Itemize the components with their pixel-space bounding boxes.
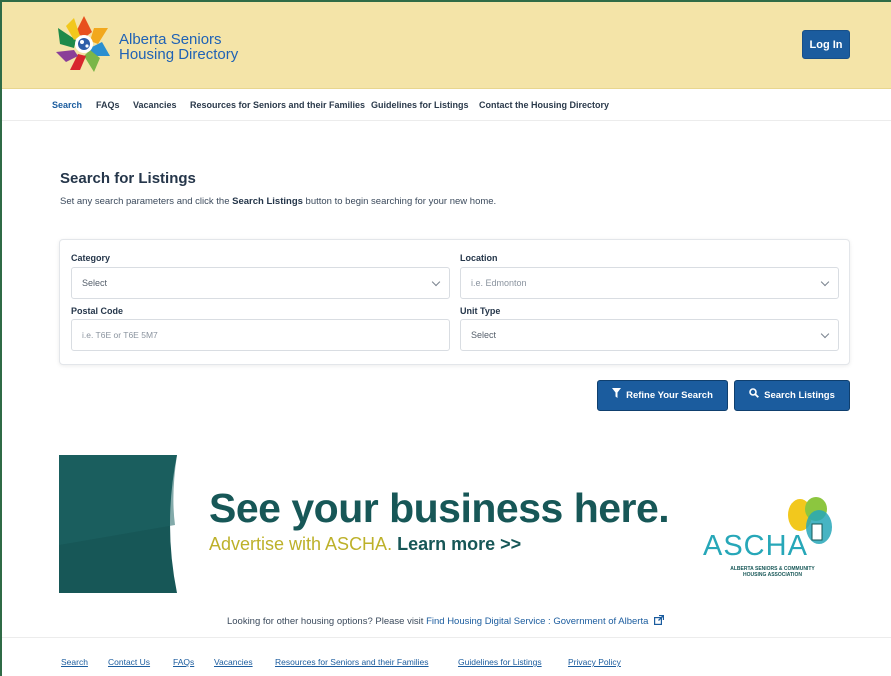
search-listings-button[interactable]: Search Listings (734, 380, 850, 411)
ad-learn-more-link[interactable]: Learn more >> (397, 534, 521, 554)
location-select[interactable]: i.e. Edmonton (460, 267, 839, 299)
subtitle-pre: Set any search parameters and click the (60, 196, 233, 207)
search-form-card: Category Select Location i.e. Edmonton P… (59, 239, 850, 365)
nav-item-guidelines[interactable]: Guidelines for Listings (371, 100, 469, 110)
logo-line-2: Housing Directory (119, 46, 239, 63)
nav-item-contact[interactable]: Contact the Housing Directory (479, 100, 609, 110)
ascha-brand: ASCHA (703, 530, 808, 562)
unit-type-select[interactable]: Select (460, 319, 839, 351)
footer-link-privacy[interactable]: Privacy Policy (568, 657, 621, 667)
site-header: Alberta Seniors Housing Directory Log In (2, 2, 891, 89)
ascha-full-name: ALBERTA SENIORS & COMMUNITY HOUSING ASSO… (705, 566, 840, 578)
footer-link-guidelines[interactable]: Guidelines for Listings (458, 657, 542, 667)
postal-code-input[interactable]: i.e. T6E or T6E 5M7 (71, 319, 450, 351)
location-placeholder: i.e. Edmonton (471, 278, 527, 288)
find-housing-link[interactable]: Find Housing Digital Service : Governmen… (426, 616, 648, 627)
ascha-full-line-2: HOUSING ASSOCIATION (743, 572, 802, 578)
footer-link-faqs[interactable]: FAQs (173, 657, 194, 667)
category-label: Category (71, 253, 111, 263)
unit-type-value: Select (471, 330, 497, 340)
refine-search-button[interactable]: Refine Your Search (597, 380, 728, 411)
category-select[interactable]: Select (71, 267, 450, 299)
footer-link-vacancies[interactable]: Vacancies (214, 657, 253, 667)
other-housing-note: Looking for other housing options? Pleas… (0, 614, 891, 628)
filter-icon (612, 381, 622, 410)
chevron-down-icon (820, 277, 830, 287)
login-button[interactable]: Log In (802, 30, 850, 59)
unit-type-label: Unit Type (460, 306, 501, 316)
subtitle-post: button to begin searching for your new h… (302, 196, 497, 207)
subtitle-bold: Search Listings (232, 196, 303, 207)
postal-code-placeholder: i.e. T6E or T6E 5M7 (82, 330, 158, 340)
nav-item-search[interactable]: Search (52, 100, 82, 110)
nav-item-vacancies[interactable]: Vacancies (133, 100, 177, 110)
site-logo[interactable]: Alberta Seniors Housing Directory (50, 13, 240, 75)
nav-item-faqs[interactable]: FAQs (96, 100, 120, 110)
external-link-icon[interactable] (654, 614, 665, 628)
category-select-value: Select (82, 278, 108, 288)
ad-subline: Advertise with ASCHA. Learn more >> (209, 534, 521, 555)
footer-link-resources[interactable]: Resources for Seniors and their Families (275, 657, 429, 667)
footer-link-contact[interactable]: Contact Us (108, 657, 150, 667)
site-footer: Search Contact Us FAQs Vacancies Resourc… (2, 637, 891, 676)
ad-sub-text: Advertise with ASCHA. (209, 534, 398, 554)
other-housing-text: Looking for other housing options? Pleas… (226, 616, 427, 627)
search-icon (749, 381, 760, 410)
chevron-down-icon (820, 329, 830, 339)
footer-link-search[interactable]: Search (61, 657, 88, 667)
ascha-ad-banner[interactable]: See your business here. Advertise with A… (59, 455, 850, 593)
main-nav: Search FAQs Vacancies Resources for Seni… (2, 89, 891, 121)
logo-flower-icon (56, 16, 110, 72)
refine-search-label: Refine Your Search (626, 390, 713, 402)
chevron-down-icon (431, 277, 441, 287)
search-listings-label: Search Listings (764, 390, 835, 402)
ad-headline: See your business here. (209, 485, 670, 531)
logo-text: Alberta Seniors Housing Directory (119, 32, 238, 62)
postal-code-label: Postal Code (71, 306, 124, 316)
page-subtitle: Set any search parameters and click the … (60, 196, 496, 207)
page-title: Search for Listings (60, 170, 196, 187)
location-label: Location (460, 253, 498, 263)
ad-teal-shape (59, 455, 177, 593)
nav-item-resources[interactable]: Resources for Seniors and their Families (190, 100, 365, 110)
logo-line-1: Alberta Seniors (119, 31, 222, 48)
